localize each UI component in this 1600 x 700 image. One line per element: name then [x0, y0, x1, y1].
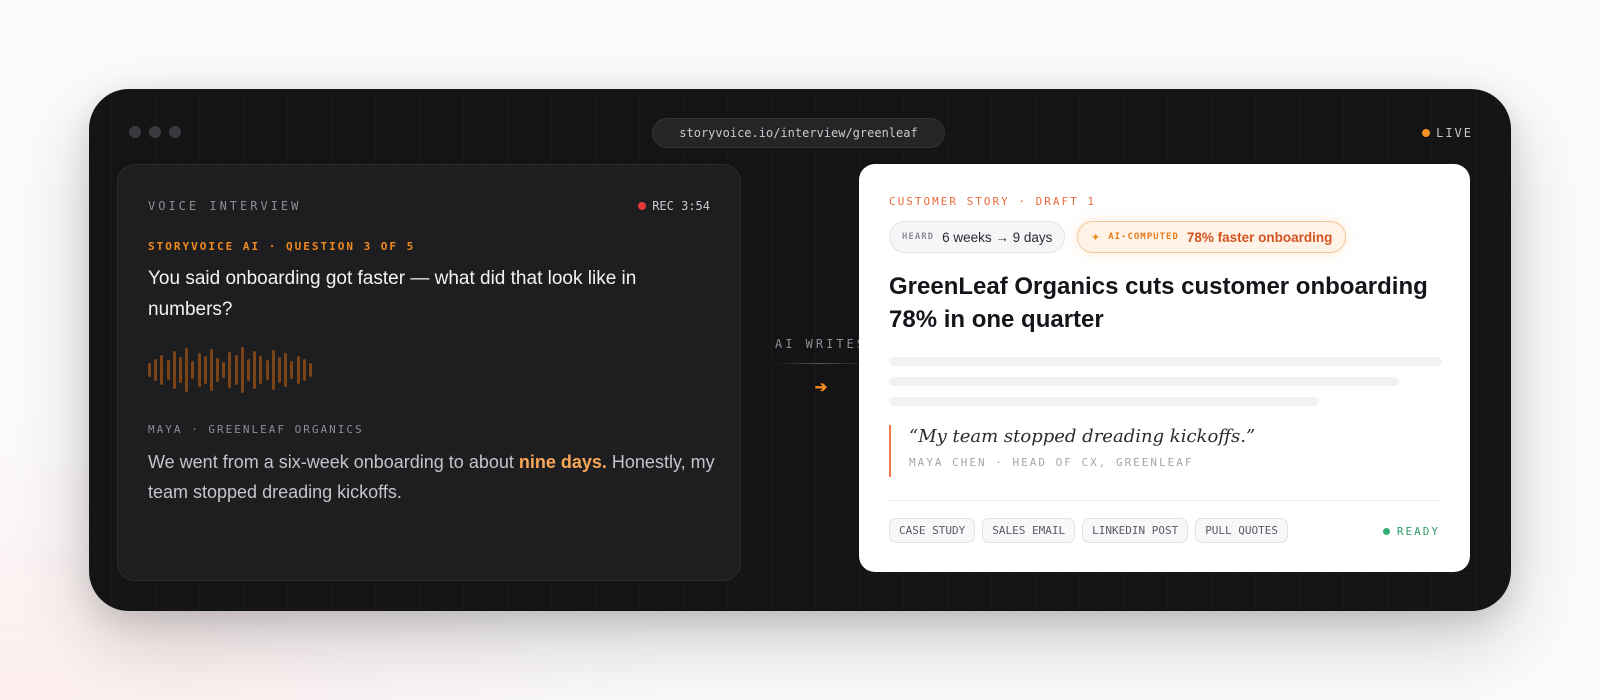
minimize-dot[interactable] — [149, 126, 161, 138]
tag-linkedin-post[interactable]: LINKEDIN POST — [1082, 518, 1189, 543]
ai-computed-key: AI-COMPUTED — [1108, 232, 1179, 242]
arrow-right-icon: ➔ — [814, 379, 828, 396]
voice-interview-panel: VOICE INTERVIEW REC 3:54 STORYVOICE AI ·… — [117, 164, 741, 581]
live-dot-icon — [1422, 129, 1431, 137]
recording-time: REC 3:54 — [652, 199, 710, 213]
speaker-label: MAYA · GREENLEAF ORGANICS — [148, 423, 364, 436]
story-headline: GreenLeaf Organics cuts customer onboard… — [889, 273, 1428, 333]
story-label: CUSTOMER STORY · DRAFT 1 — [889, 195, 1096, 208]
ai-computed-value: 78% faster onboarding — [1186, 229, 1333, 245]
tag-sales-email[interactable]: SALES EMAIL — [982, 518, 1076, 543]
live-label: LIVE — [1436, 126, 1473, 140]
question-text: You said onboarding got faster — what di… — [148, 268, 637, 320]
record-dot-icon — [638, 202, 647, 210]
quote-attribution: MAYA CHEN · HEAD OF CX, GREENLEAF — [909, 456, 1194, 469]
maximize-dot[interactable] — [169, 126, 181, 138]
tag-pull-quotes[interactable]: PULL QUOTES — [1195, 518, 1289, 543]
answer-highlight: nine days. — [518, 452, 607, 472]
pull-quote: “My team stopped dreading kickoffs.” MAY… — [889, 425, 1255, 477]
text-placeholder-line — [889, 357, 1442, 366]
live-indicator: LIVE — [1422, 126, 1473, 140]
text-placeholder-line — [889, 377, 1399, 386]
ready-status: READY — [1382, 525, 1440, 538]
question-label: STORYVOICE AI · QUESTION 3 OF 5 — [148, 240, 416, 253]
app-window: storyvoice.io/interview/greenleaf LIVE V… — [89, 89, 1511, 611]
heard-value: 6 weeks → 9 days — [942, 229, 1053, 245]
close-dot[interactable] — [129, 126, 141, 138]
window-controls — [129, 126, 181, 138]
answer-text-start: We went from a six-week onboarding to ab… — [148, 452, 519, 472]
ai-writes-label: AI WRITES — [774, 337, 868, 351]
ai-computed-pill: ✦ AI-COMPUTED 78% faster onboarding — [1077, 221, 1347, 253]
divider — [889, 500, 1440, 501]
audio-waveform-icon — [148, 347, 312, 393]
text-placeholder-line — [889, 397, 1319, 406]
connector-line — [774, 363, 868, 364]
quote-text: “My team stopped dreading kickoffs.” — [909, 426, 1256, 447]
panel-title: VOICE INTERVIEW — [148, 199, 302, 213]
heard-pill: HEARD 6 weeks → 9 days — [889, 221, 1066, 253]
recording-indicator: REC 3:54 — [638, 199, 710, 213]
status-label: READY — [1396, 525, 1440, 538]
answer-text: We went from a six-week onboarding to ab… — [148, 447, 723, 507]
sparkle-icon: ✦ — [1091, 231, 1101, 244]
status-dot-icon — [1382, 528, 1390, 535]
url-bar[interactable]: storyvoice.io/interview/greenleaf — [652, 118, 945, 148]
heard-key: HEARD — [902, 232, 935, 242]
customer-story-panel: CUSTOMER STORY · DRAFT 1 HEARD 6 weeks →… — [859, 164, 1470, 572]
output-tags: CASE STUDY SALES EMAIL LINKEDIN POST PUL… — [889, 518, 1289, 543]
tag-case-study[interactable]: CASE STUDY — [889, 518, 976, 543]
